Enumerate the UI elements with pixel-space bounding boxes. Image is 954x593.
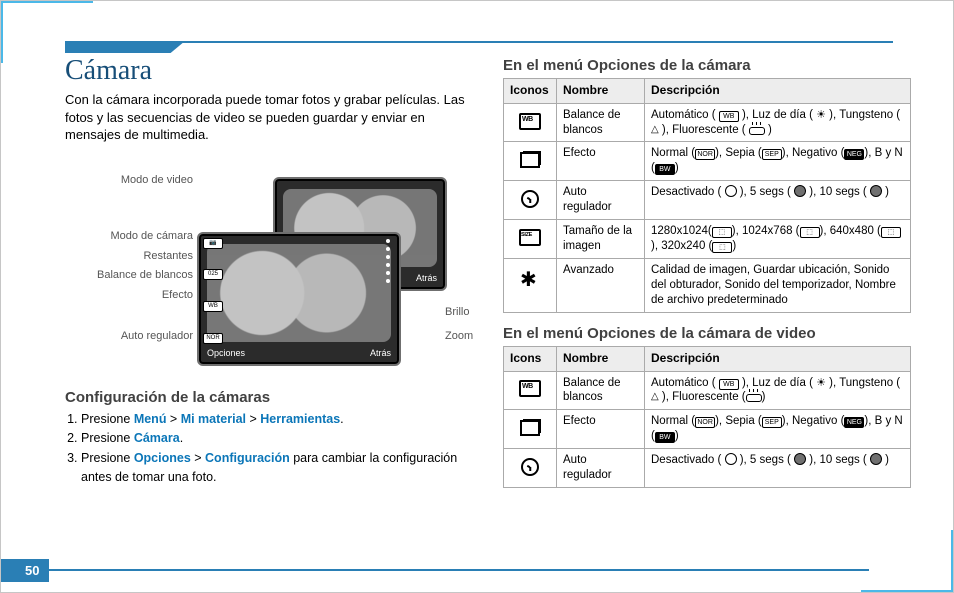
table1-h2: Nombre [557, 79, 645, 104]
table1-heading: En el menú Opciones de la cámara [503, 57, 911, 74]
gear-icon [522, 276, 538, 292]
config-heading: Configuración de la cámaras [65, 389, 473, 406]
table1-desc-0: Automático ( WB ), Luz de día ( ), Tungs… [645, 103, 911, 142]
table1-desc-2: Desactivado ( ), 5 segs ( ), 10 segs ( ) [645, 181, 911, 220]
table1-row-wb: Balance de blancos Automático ( WB ), Lu… [504, 103, 911, 142]
label-zoom: Zoom [445, 330, 473, 342]
table1-row-auto: Auto regulador Desactivado ( ), 5 segs (… [504, 181, 911, 220]
label-modo-video: Modo de video [65, 174, 193, 186]
table2-h2: Nombre [557, 346, 645, 371]
table1-row-size: Tamaño de la imagen 1280x1024(⬚), 1024x7… [504, 220, 911, 259]
config-step-3: Presione Opciones > Configuración para c… [81, 449, 473, 487]
table2-row-auto: Auto regulador Desactivado ( ), 5 segs (… [504, 449, 911, 488]
label-modo-camara: Modo de cámara [65, 230, 193, 242]
size-icon [519, 229, 541, 246]
screen-atras-btn: Atrás [370, 348, 391, 358]
timer-icon [521, 190, 539, 208]
camera-options-table: Iconos Nombre Descripción Balance de bla… [503, 78, 911, 313]
label-balance: Balance de blancos [65, 269, 193, 281]
timer-icon [521, 458, 539, 476]
effect-icon [520, 420, 540, 436]
config-step-2: Presione Cámara. [81, 429, 473, 448]
config-step-1: Presione Menú > Mi material > Herramient… [81, 410, 473, 429]
right-column: En el menú Opciones de la cámara Iconos … [503, 49, 911, 552]
table1-row-efecto: Efecto Normal (NOR), Sepia (SEP), Negati… [504, 142, 911, 181]
table1-desc-1: Normal (NOR), Sepia (SEP), Negativo (NEG… [645, 142, 911, 181]
page-title: Cámara [65, 55, 473, 87]
table2-h1: Icons [504, 346, 557, 371]
table2-h3: Descripción [645, 346, 911, 371]
table2-desc-1: Normal (NOR), Sepia (SEP), Negativo (NEG… [645, 410, 911, 449]
table2-row-efecto: Efecto Normal (NOR), Sepia (SEP), Negati… [504, 410, 911, 449]
label-auto-reg: Auto regulador [65, 330, 193, 342]
table2-desc-2: Desactivado ( ), 5 segs ( ), 10 segs ( ) [645, 449, 911, 488]
page-footer: 50 [1, 558, 869, 582]
table1-row-adv: Avanzado Calidad de imagen, Guardar ubic… [504, 259, 911, 313]
table2-desc-0: Automático ( WB ), Luz de día ( ), Tungs… [645, 371, 911, 410]
table1-h1: Iconos [504, 79, 557, 104]
config-steps: Presione Menú > Mi material > Herramient… [81, 410, 473, 487]
effect-icon [520, 152, 540, 168]
intro-text: Con la cámara incorporada puede tomar fo… [65, 91, 473, 144]
screen-atras: Atrás [416, 273, 437, 283]
label-brillo: Brillo [445, 306, 469, 318]
camera-screen-primary: 📷 025 WB NOR Opciones Atrás [197, 232, 401, 366]
video-options-table: Icons Nombre Descripción Balance de blan… [503, 346, 911, 488]
label-restantes: Restantes [65, 250, 193, 262]
screen-opciones-btn: Opciones [207, 348, 245, 358]
table2-row-wb: Balance de blancos Automático ( WB ), Lu… [504, 371, 911, 410]
table1-desc-3: 1280x1024(⬚), 1024x768 (⬚), 640x480 (⬚),… [645, 220, 911, 259]
camera-diagram: Modo de video Modo de cámara Restantes B… [65, 172, 473, 367]
table1-h3: Descripción [645, 79, 911, 104]
label-efecto: Efecto [65, 289, 193, 301]
page-number: 50 [1, 559, 49, 582]
wb-icon [519, 113, 541, 130]
table2-heading: En el menú Opciones de la cámara de vide… [503, 325, 911, 342]
left-column: Cámara Con la cámara incorporada puede t… [65, 49, 473, 552]
wb-icon [519, 380, 541, 397]
